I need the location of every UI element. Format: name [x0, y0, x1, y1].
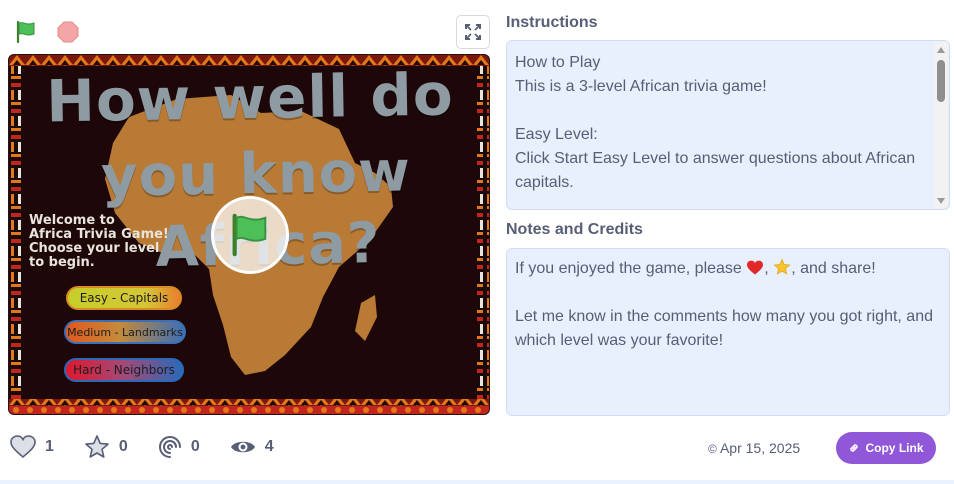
- star-emoji-icon: [773, 258, 791, 275]
- page-bottom-strip: [0, 480, 954, 484]
- eye-icon: [230, 441, 255, 453]
- green-flag-icon[interactable]: [12, 18, 40, 46]
- project-stage[interactable]: How well do you know Africa? Welcome to …: [8, 54, 490, 415]
- heart-emoji-icon: [747, 260, 764, 275]
- notes-line-1-prefix: If you enjoyed the game, please: [515, 260, 742, 277]
- love-count: 1: [45, 438, 54, 455]
- notes-paragraph-2: Let me know in the comments how many you…: [515, 308, 933, 349]
- notes-line-1: If you enjoyed the game, please , , and …: [515, 257, 941, 281]
- heart-icon: [10, 435, 36, 459]
- notes-spacer: [515, 281, 941, 305]
- instructions-title: Instructions: [506, 14, 598, 31]
- easy-level-button[interactable]: Easy - Capitals: [66, 286, 182, 310]
- notes-line-1-separator: ,: [764, 260, 769, 277]
- love-stat[interactable]: 1: [10, 435, 54, 459]
- views-count: 4: [264, 438, 274, 455]
- scroll-thumb[interactable]: [937, 60, 945, 102]
- share-date-text: Apr 15, 2025: [719, 440, 801, 456]
- green-flag-overlay-icon: [232, 213, 267, 257]
- project-stats: 1 0 0 4: [10, 434, 304, 460]
- notes-title: Notes and Credits: [506, 221, 643, 238]
- welcome-text: Welcome to Africa Trivia Game! Choose yo…: [29, 213, 169, 270]
- instructions-text: How to Play This is a 3-level African tr…: [515, 54, 916, 191]
- hard-level-button[interactable]: Hard - Neighbors: [64, 358, 184, 382]
- notes-line-1-suffix: , and share!: [791, 260, 876, 277]
- scroll-up-arrow-icon[interactable]: [937, 47, 945, 53]
- player-controls: [12, 18, 82, 46]
- notes-box[interactable]: If you enjoyed the game, please , , and …: [506, 248, 950, 416]
- remix-icon: [158, 436, 181, 458]
- scroll-down-arrow-icon[interactable]: [937, 198, 945, 204]
- remix-stat[interactable]: 0: [158, 435, 200, 459]
- stage-title-line-1: How well do: [45, 60, 455, 136]
- remix-count: 0: [190, 438, 200, 455]
- star-icon: [85, 435, 109, 458]
- fullscreen-icon: [465, 24, 481, 40]
- favorite-count: 0: [118, 438, 128, 455]
- copyright-icon: ©: [708, 442, 717, 456]
- copy-link-label: Copy Link: [865, 441, 924, 455]
- share-date: © Apr 15, 2025: [708, 440, 800, 456]
- instructions-box[interactable]: How to Play This is a 3-level African tr…: [506, 40, 950, 210]
- stop-sign-icon[interactable]: [54, 18, 82, 46]
- favorite-stat[interactable]: 0: [84, 434, 128, 460]
- start-overlay-button[interactable]: [211, 196, 289, 274]
- views-stat: 4: [230, 438, 274, 456]
- fullscreen-button[interactable]: [456, 15, 490, 49]
- instructions-scrollbar[interactable]: [934, 42, 948, 208]
- copy-link-button[interactable]: Copy Link: [836, 432, 936, 464]
- link-icon: [848, 442, 860, 454]
- medium-level-button[interactable]: Medium - Landmarks: [64, 320, 186, 344]
